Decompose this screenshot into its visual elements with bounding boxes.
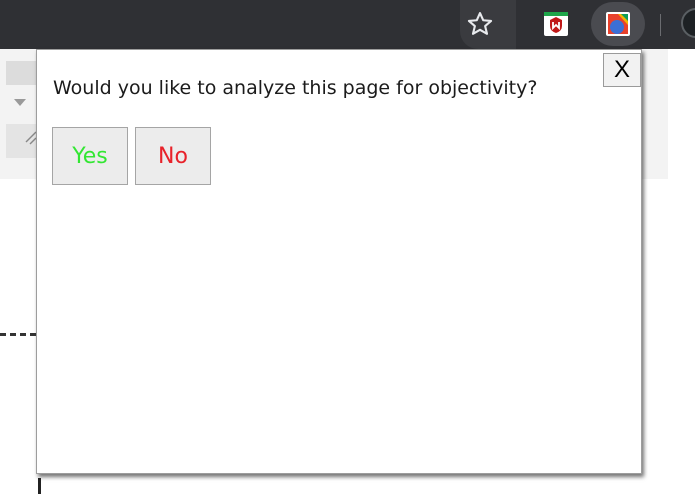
mcafee-extension-icon[interactable] (540, 8, 572, 40)
background-tick-mark (38, 478, 41, 494)
bookmark-star-icon[interactable] (463, 7, 497, 41)
toolbar-separator (660, 14, 661, 36)
profile-avatar-icon[interactable] (681, 8, 695, 38)
background-resize-handle-icon (6, 124, 37, 158)
close-button[interactable]: X (603, 53, 641, 87)
background-field (6, 61, 36, 85)
objectivity-popup: X Would you like to analyze this page fo… (36, 49, 642, 474)
browser-toolbar (0, 0, 695, 49)
background-dashed-line (0, 333, 36, 336)
no-button[interactable]: No (135, 127, 211, 185)
popup-question: Would you like to analyze this page for … (53, 77, 538, 99)
yes-button[interactable]: Yes (52, 127, 128, 185)
screen: X Would you like to analyze this page fo… (0, 0, 695, 494)
objectivity-extension-icon[interactable] (591, 2, 645, 46)
background-caret-icon (14, 99, 26, 106)
